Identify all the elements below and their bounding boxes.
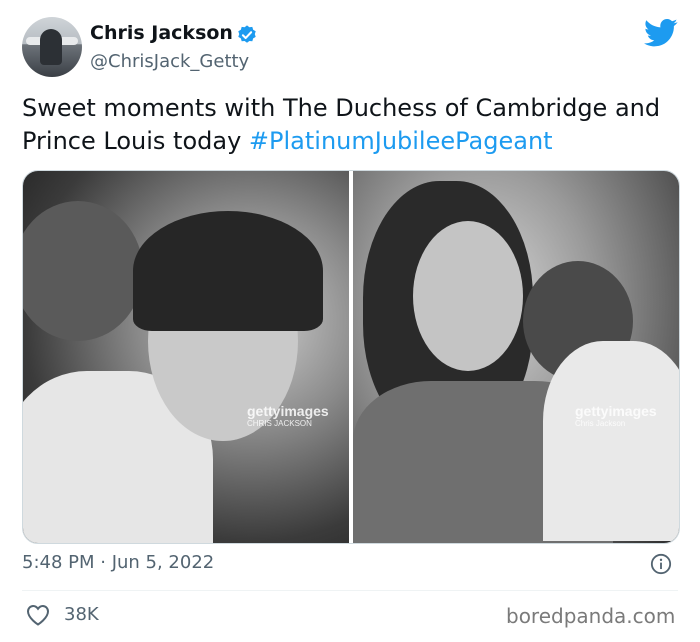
hashtag-link[interactable]: #PlatinumJubileePageant	[249, 127, 553, 155]
photo-left[interactable]: gettyimages CHRIS JACKSON	[23, 171, 349, 543]
tweet-timestamp[interactable]: 5:48 PM · Jun 5, 2022	[22, 552, 214, 573]
verified-badge-icon	[238, 25, 256, 43]
watermark-brand: gettyimages	[247, 403, 329, 419]
getty-watermark: gettyimages CHRIS JACKSON	[247, 403, 329, 428]
author-avatar[interactable]	[22, 17, 82, 77]
photo-right[interactable]: gettyimages Chris Jackson	[353, 171, 679, 543]
media-grid: gettyimages CHRIS JACKSON gettyimages Ch…	[22, 170, 680, 544]
heart-icon[interactable]	[26, 604, 50, 626]
woman-face-shape	[413, 221, 523, 371]
author-name[interactable]: Chris Jackson	[90, 22, 233, 44]
watermark-credit: CHRIS JACKSON	[247, 419, 312, 428]
like-count[interactable]: 38K	[64, 604, 99, 625]
getty-watermark: gettyimages Chris Jackson	[575, 403, 657, 428]
author-handle[interactable]: @ChrisJack_Getty	[90, 51, 249, 72]
source-watermark: boredpanda.com	[506, 604, 676, 628]
child-head-shape	[23, 201, 143, 341]
divider	[22, 590, 678, 591]
watermark-credit: Chris Jackson	[575, 419, 626, 428]
woman-hair-shape	[133, 211, 323, 331]
watermark-brand: gettyimages	[575, 403, 657, 419]
child-shirt-shape	[543, 341, 679, 541]
twitter-bird-icon[interactable]	[644, 18, 678, 48]
info-icon[interactable]	[650, 553, 672, 575]
tweet-text: Sweet moments with The Duchess of Cambri…	[22, 92, 682, 158]
